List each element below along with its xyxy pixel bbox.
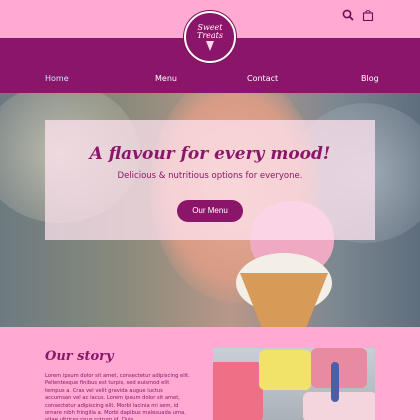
search-icon[interactable]	[342, 6, 354, 21]
logo[interactable]: Sweet Treats	[184, 11, 236, 63]
hero-subtitle: Delicious & nutritious options for every…	[117, 171, 303, 181]
header-icons	[342, 6, 374, 22]
hero-photo-waffle-cone	[240, 273, 328, 327]
nav-item-contact[interactable]: Contact	[247, 74, 278, 83]
story-title: Our story	[45, 349, 114, 364]
photo-gelato-tub	[259, 350, 311, 390]
photo-gelato-tub	[311, 348, 367, 388]
hero-title: A flavour for every mood!	[89, 144, 331, 164]
our-menu-button[interactable]: Our Menu	[177, 200, 243, 222]
shopping-bag-icon[interactable]	[362, 6, 374, 22]
story-body: Lorem ipsum dolor sit amet, consectetur …	[45, 373, 190, 420]
gelato-display-photo	[213, 348, 375, 420]
photo-gelato-tub	[213, 362, 263, 420]
nav-item-menu[interactable]: Menu	[155, 74, 177, 83]
nav-item-home[interactable]: Home	[45, 74, 69, 83]
photo-serving-scoop	[331, 362, 339, 402]
nav-item-blog[interactable]: Blog	[361, 74, 379, 83]
photo-gelato-tub	[303, 392, 375, 420]
logo-text-line2: Treats	[197, 30, 223, 40]
ice-cream-cone-icon	[206, 40, 214, 51]
hero-overlay-card: A flavour for every mood! Delicious & nu…	[45, 120, 375, 240]
